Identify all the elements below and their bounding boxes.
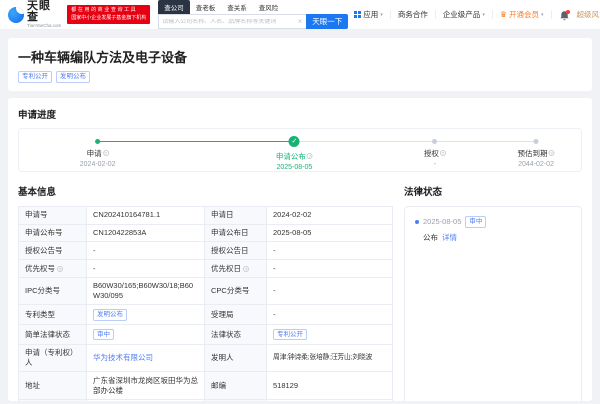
help-icon[interactable] (243, 266, 249, 272)
table-row: IPC分类号 B60W30/165;B60W30/18;B60W30/095 C… (19, 277, 393, 305)
inventors-value: 周津;钟诗柔;张培静;汪芳山;刘晓波 (267, 344, 393, 372)
help-icon[interactable] (307, 153, 313, 159)
patent-title: 一种车辆编队方法及电子设备 (18, 47, 582, 66)
nav-vip-upgrade[interactable]: ♛ 开通会员 ▾ (500, 9, 544, 20)
progress-heading: 申请进度 (18, 107, 582, 121)
patent-title-card: 一种车辆编队方法及电子设备 专利公开 发明公布 (8, 38, 592, 91)
logo-domain: TianYanCha.com (27, 24, 61, 29)
notification-dot (566, 10, 570, 14)
legal-status-tag: 专利公开 (273, 329, 307, 341)
step-publication: ✓ 申请公布 2025-08-05 (276, 137, 313, 171)
search-box: × (158, 14, 306, 29)
promo-line1: 都在用的商业查询工具 (71, 7, 146, 15)
check-circle-icon: ✓ (289, 136, 300, 147)
crown-icon: ♛ (500, 11, 507, 19)
step-estimated-expiry: 预估到期 2044-02-02 (518, 137, 555, 168)
legal-status-card: 2025-08-05 审中 公布 详情 (404, 206, 582, 401)
search-area: 查公司 查老板 查关系 查风险 × 天眼一下 (158, 0, 348, 29)
basic-info-table: 申请号 CN202410164781.1 申请日 2024-02-02 申请公布… (18, 206, 393, 401)
basic-info-heading: 基本信息 (18, 184, 392, 198)
tab-boss[interactable]: 查老板 (190, 0, 222, 14)
patent-detail-card: 申请进度 申请 2024-02-02 ✓ 申请公布 2025-08-05 授权 (8, 98, 592, 401)
table-row: 地址 广东省深圳市龙岗区坂田华为总部办公楼 邮编 518129 (19, 372, 393, 400)
logo-text: 天眼查 (27, 1, 61, 23)
chevron-down-icon: ▾ (482, 12, 485, 18)
nav-divider (435, 10, 436, 19)
help-icon[interactable] (440, 150, 446, 156)
table-row: 申请号 CN202410164781.1 申请日 2024-02-02 (19, 206, 393, 224)
nav-enterprise-products[interactable]: 企业级产品 ▾ (443, 9, 485, 20)
table-row: 简单法律状态 审中 法律状态 专利公开 (19, 325, 393, 345)
promo-line2: 国家中小企业发展子基金旗下机构 (71, 15, 146, 23)
help-icon[interactable] (103, 150, 109, 156)
promo-badge: 都在用的商业查询工具 国家中小企业发展子基金旗下机构 (67, 5, 150, 24)
chevron-down-icon: ▾ (541, 12, 544, 18)
legal-status-date: 2025-08-05 (423, 217, 461, 226)
table-row: 授权公告号 - 授权公告日 - (19, 242, 393, 260)
step-grant: 授权 - (424, 137, 446, 168)
clear-icon[interactable]: × (297, 18, 304, 26)
nav-divider (492, 10, 493, 19)
timeline-bullet (415, 220, 419, 224)
search-button[interactable]: 天眼一下 (306, 14, 348, 29)
chevron-down-icon: ▾ (380, 12, 383, 18)
step-apply: 申请 2024-02-02 (80, 137, 116, 168)
tab-company[interactable]: 查公司 (158, 0, 190, 14)
table-row: 专利类型 发明公布 受理局 - (19, 305, 393, 325)
apps-grid-icon (354, 11, 361, 18)
nav-apps[interactable]: 应用 ▾ (354, 9, 383, 20)
main-content: 一种车辆编队方法及电子设备 专利公开 发明公布 申请进度 申请 2024-02-… (0, 30, 600, 404)
page: 天眼查 TianYanCha.com 都在用的商业查询工具 国家中小企业发展子基… (0, 0, 600, 404)
legal-status-detail-link[interactable]: 详情 (442, 232, 457, 243)
basic-info-section: 基本信息 申请号 CN202410164781.1 申请日 2024-02-02… (18, 184, 392, 401)
step-dot-pending (432, 139, 437, 144)
patent-type-tag: 发明公布 (93, 309, 127, 321)
step-dot-pending (534, 139, 539, 144)
table-row: 优先权号 - 优先权日 - (19, 260, 393, 278)
legal-status-entry-tag: 审中 (465, 216, 486, 228)
nav-divider (551, 10, 552, 19)
legal-status-heading: 法律状态 (404, 184, 582, 198)
legal-status-action: 公布 (423, 232, 438, 243)
tab-risk[interactable]: 查风险 (253, 0, 285, 14)
progress-timeline: 申请 2024-02-02 ✓ 申请公布 2025-08-05 授权 - 预估到… (18, 128, 582, 172)
table-row: 代理机构 北京同达信恒知识产权代理有限公司 代理人 - (19, 399, 393, 401)
applicant-link[interactable]: 华为技术有限公司 (93, 353, 153, 362)
patent-tag-invention: 发明公布 (56, 71, 90, 83)
step-dot-done (95, 139, 100, 144)
nav-divider (390, 10, 391, 19)
search-tabs: 查公司 查老板 查关系 查风险 (158, 0, 348, 14)
search-input[interactable] (162, 19, 296, 25)
table-row: 申请（专利权）人 华为技术有限公司 发明人 周津;钟诗柔;张培静;汪芳山;刘晓波 (19, 344, 393, 372)
timeline-track-done (98, 141, 295, 142)
help-icon[interactable] (549, 150, 555, 156)
notification-bell-icon[interactable] (559, 9, 570, 21)
legal-status-section: 法律状态 2025-08-05 审中 公布 详情 (404, 184, 582, 401)
tianyancha-logo[interactable]: 天眼查 TianYanCha.com (8, 1, 61, 29)
table-row: 申请公布号 CN120422853A 申请公布日 2025-08-05 (19, 224, 393, 242)
tab-relation[interactable]: 查关系 (221, 0, 253, 14)
tianyancha-logo-icon (8, 7, 24, 23)
nav-business-cooperation[interactable]: 商务合作 (398, 9, 428, 20)
nav-user-menu[interactable]: 超级风... ▾ (577, 9, 600, 20)
help-icon[interactable] (57, 266, 63, 272)
top-nav: 应用 ▾ 商务合作 企业级产品 ▾ ♛ 开通会员 ▾ (354, 9, 600, 21)
simple-legal-status-tag: 审中 (93, 329, 114, 341)
patent-tag-public: 专利公开 (18, 71, 52, 83)
top-header: 天眼查 TianYanCha.com 都在用的商业查询工具 国家中小企业发展子基… (0, 0, 600, 30)
